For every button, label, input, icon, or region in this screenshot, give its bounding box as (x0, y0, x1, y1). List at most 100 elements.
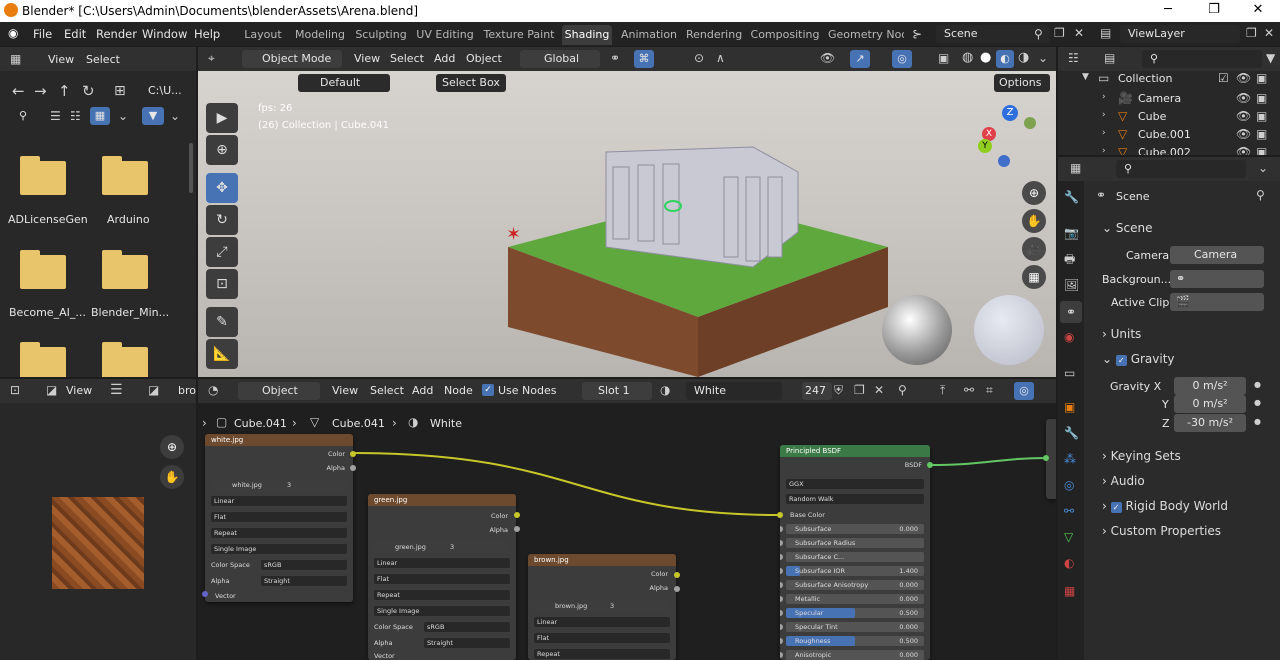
image-view-menu[interactable]: View (66, 384, 92, 397)
list-vertical-icon[interactable]: ☰ (50, 110, 61, 122)
projection-select[interactable]: Flat (211, 512, 347, 522)
maximize-button[interactable]: ❐ (1192, 0, 1236, 22)
projection-select[interactable]: Flat (374, 574, 510, 584)
socket-base-color-in[interactable] (777, 512, 783, 518)
folder-icon[interactable] (102, 156, 148, 195)
pan-hand-icon[interactable]: ✋ (160, 465, 184, 489)
zoom-icon[interactable]: ⊕ (160, 435, 184, 459)
object-tab-icon[interactable]: ▣ (1064, 401, 1075, 413)
zoom-icon[interactable]: ⊕ (1022, 181, 1046, 205)
bsdf-input-socket[interactable] (780, 554, 783, 560)
expand-arrow-icon[interactable]: › (1102, 93, 1106, 102)
scrollbar[interactable] (189, 143, 193, 193)
folder-icon[interactable] (20, 342, 66, 377)
extension-select[interactable]: Repeat (211, 528, 347, 538)
editor-type-icon[interactable]: ⊡ (10, 384, 20, 396)
folder-icon[interactable] (20, 250, 66, 289)
back-arrow-icon[interactable]: ← (12, 84, 25, 99)
keyframe-dot-icon[interactable]: ● (1254, 381, 1261, 389)
render-tab-icon[interactable]: 📷 (1064, 227, 1079, 239)
data-tab-icon[interactable]: ▽ (1064, 531, 1073, 543)
image-datablock[interactable]: green.jpg 3 (374, 542, 510, 552)
tab-sculpting[interactable]: Sculpting (354, 25, 408, 45)
outliner-search[interactable]: ⚲ (1142, 50, 1262, 68)
tool-tab-icon[interactable]: 🔧 (1064, 191, 1079, 203)
folder-label[interactable]: Become_AI_... (9, 306, 86, 319)
active-clip-field[interactable]: 🎬 (1170, 293, 1264, 311)
options-dropdown-icon[interactable]: ⌄ (1258, 162, 1268, 174)
source-select[interactable]: Single Image (211, 544, 347, 554)
tool-cursor[interactable]: ⊕ (206, 135, 238, 165)
background-field[interactable]: ⚭ (1170, 270, 1264, 288)
overlay-toggle-icon[interactable]: ◎ (892, 50, 912, 68)
scene-selector[interactable]: Scene (936, 25, 1050, 43)
pin-icon[interactable]: ⚲ (1034, 28, 1043, 40)
navigation-gizmo[interactable]: Z X Y (978, 105, 1040, 167)
output-tab-icon[interactable]: 🖶 (1064, 253, 1075, 265)
falloff-icon[interactable]: ∧ (716, 52, 725, 64)
socket-alpha-out[interactable] (674, 586, 680, 592)
shader-editor-panel[interactable]: ◔ Object View Select Add Node ✓ Use Node… (198, 379, 1056, 660)
file-select-menu[interactable]: Select (86, 53, 120, 66)
bsdf-input-field[interactable]: Subsurface Anisotropy 0.000 (786, 580, 924, 590)
particles-tab-icon[interactable]: ⁂ (1064, 453, 1076, 465)
tool-rotate[interactable]: ↻ (206, 205, 238, 235)
node-green-jpg[interactable]: green.jpg Color Alpha green.jpg 3 Linear … (368, 494, 516, 660)
bsdf-input-socket[interactable] (780, 624, 783, 630)
physics-tab-icon[interactable]: ◎ (1064, 479, 1074, 491)
bsdf-input-socket[interactable] (780, 596, 783, 602)
delete-viewlayer-icon[interactable]: ✕ (1264, 27, 1274, 39)
tool-select-box[interactable]: ▶ (206, 103, 238, 133)
gizmo-y-axis[interactable]: Y (978, 139, 992, 153)
menu-render[interactable]: Render (96, 27, 137, 41)
expand-arrow-icon[interactable]: › (1102, 111, 1106, 120)
tab-compositing[interactable]: Compositing (748, 25, 822, 45)
interpolation-select[interactable]: Linear (211, 496, 347, 506)
thumbnail-view-icon[interactable]: ▦ (90, 107, 110, 125)
node-title[interactable]: brown.jpg (528, 554, 676, 566)
alpha-select[interactable]: Straight (261, 576, 347, 586)
keyframe-dot-icon[interactable]: ● (1254, 418, 1261, 426)
bsdf-input-field[interactable]: Subsurface Radius (786, 538, 924, 548)
forward-arrow-icon[interactable]: → (34, 84, 47, 99)
viewport-menu-add[interactable]: Add (434, 52, 455, 65)
tab-uv-editing[interactable]: UV Editing (414, 25, 476, 45)
socket-color-out[interactable] (674, 572, 680, 578)
bsdf-input-socket[interactable] (780, 568, 783, 574)
bsdf-input-socket[interactable] (780, 652, 783, 658)
editor-type-icon[interactable]: ☷ (1068, 52, 1079, 64)
default-selector[interactable]: Default (298, 74, 390, 92)
proportional-edit-icon[interactable]: ⊙ (694, 52, 704, 64)
tab-geometry-nodes[interactable]: Geometry Noc (828, 25, 904, 45)
gizmo-z-axis[interactable]: Z (1002, 105, 1018, 121)
custom-properties-section-toggle[interactable]: › Custom Properties (1102, 524, 1221, 538)
image-name[interactable]: bro (178, 384, 196, 397)
folder-label[interactable]: Arduino (107, 213, 150, 226)
gravity-z-field[interactable]: -30 m/s² (1174, 414, 1246, 432)
bsdf-input-socket[interactable] (780, 638, 783, 644)
menu-help[interactable]: Help (194, 27, 220, 41)
tool-move[interactable]: ✥ (206, 173, 238, 203)
tab-texture-paint[interactable]: Texture Paint (482, 25, 556, 45)
checkbox-icon[interactable]: ☑ (1218, 72, 1229, 84)
shading-dropdown-icon[interactable]: ⌄ (1038, 52, 1048, 64)
audio-section-toggle[interactable]: › Audio (1102, 474, 1145, 488)
bsdf-input-field[interactable]: Specular 0.500 (786, 608, 924, 618)
tab-shading[interactable]: Shading (562, 25, 612, 45)
xray-icon[interactable]: ▣ (938, 52, 949, 64)
socket-alpha-out[interactable] (514, 526, 520, 532)
display-mode-icon[interactable]: ▤ (1104, 52, 1115, 64)
image-datablock[interactable]: white.jpg 3 (211, 480, 347, 490)
blender-menu-icon[interactable]: ◉ (8, 27, 18, 39)
tool-measure[interactable]: 📐 (206, 339, 238, 369)
interpolation-select[interactable]: Linear (534, 617, 670, 627)
visibility-icon[interactable]: 👁 (820, 52, 835, 64)
node-title[interactable]: Principled BSDF (780, 445, 930, 457)
node-brown-jpg[interactable]: brown.jpg Color Alpha brown.jpg 3 Linear … (528, 554, 676, 660)
filter-dropdown-icon[interactable]: ⌄ (170, 110, 180, 122)
pin-icon[interactable]: ⚲ (1256, 189, 1265, 201)
socket-color-out[interactable] (514, 512, 520, 518)
editor-type-icon[interactable]: ▦ (10, 53, 21, 65)
tool-scale[interactable]: ⤢ (206, 237, 238, 267)
snap-icon[interactable]: ⌘ (634, 50, 654, 68)
